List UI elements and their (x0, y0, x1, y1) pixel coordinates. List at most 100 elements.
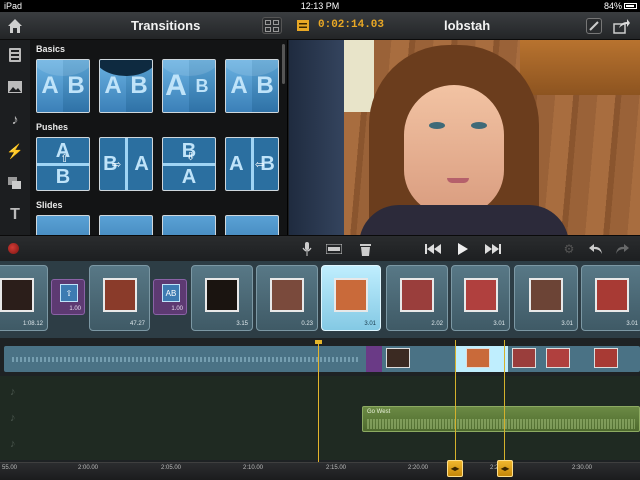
settings-cogs-icon[interactable]: ⚙ (560, 240, 578, 258)
clip-thumbnail (334, 278, 368, 312)
battery-percent: 84% (603, 1, 622, 11)
track-thumbnail (512, 348, 536, 368)
track-thumbnail (546, 348, 570, 368)
clip-duration: 3.01 (561, 321, 573, 327)
section-slides: Slides (36, 200, 63, 210)
transitions-icon[interactable]: ⚡ (6, 142, 24, 160)
clip-item[interactable]: 3.01 (451, 265, 510, 331)
transition-zoom[interactable]: A B (162, 59, 216, 113)
transition-item[interactable]: ⇧ 1.00 (51, 279, 85, 315)
section-basics: Basics (36, 44, 66, 54)
layout-grid-icon[interactable] (262, 17, 282, 34)
arrow-down-icon: ⇩ (186, 151, 196, 163)
clip-thumbnail (595, 278, 629, 312)
ruler-tick: 2:30.00 (572, 465, 593, 471)
project-title: lobstah (444, 18, 491, 33)
transition-push-left[interactable]: B A ⇨ (99, 137, 153, 191)
preview-cabinet (520, 40, 640, 95)
trim-handle-left[interactable]: ◂▸ (447, 460, 463, 477)
ruler-tick: 2:15.00 (326, 465, 347, 471)
section-pushes: Pushes (36, 122, 69, 132)
home-icon[interactable] (6, 17, 24, 35)
redo-icon[interactable] (614, 240, 630, 258)
preview-face (404, 85, 504, 215)
clip-item[interactable]: 47.27 (89, 265, 150, 331)
trim-icon[interactable] (326, 240, 342, 258)
clip-thumbnail (463, 278, 498, 312)
transition-crossfade[interactable]: A B (36, 59, 90, 113)
transition-push-right[interactable]: A B ⇦ (225, 137, 279, 191)
music-note-icon: ♪ (10, 412, 16, 424)
transition-duration: 1.00 (69, 306, 81, 312)
track-transition[interactable] (366, 346, 382, 372)
transition-icon: AB (162, 284, 180, 302)
music-icon[interactable]: ♪ (6, 110, 24, 128)
track-thumbnail (386, 348, 410, 368)
music-clip-label: Go West (367, 409, 391, 415)
playhead-marker[interactable] (315, 340, 322, 344)
photos-icon[interactable] (6, 78, 24, 96)
arrow-right-icon: ⇨ (112, 159, 122, 171)
transport-bar: ⚙ (0, 235, 640, 261)
time-ruler[interactable]: 55.00 2:00.00 2:05.00 2:10.00 2:15.00 2:… (0, 462, 640, 480)
ruler-tick: 55.00 (2, 465, 18, 471)
film-icon[interactable] (297, 20, 309, 31)
settings-icon[interactable] (586, 18, 602, 34)
clip-item[interactable]: 3.01 (514, 265, 578, 331)
clip-item[interactable]: 2.02 (386, 265, 448, 331)
preview-person (289, 40, 344, 235)
clip-duration: 3.01 (364, 321, 376, 327)
transition-slide[interactable] (99, 215, 153, 235)
status-bar: iPad 12:13 PM 84% (0, 0, 640, 12)
microphone-icon[interactable] (300, 240, 314, 258)
clips-icon[interactable] (6, 46, 24, 64)
overlay-icon[interactable] (6, 174, 24, 192)
clock: 12:13 PM (300, 1, 340, 11)
skip-back-icon[interactable] (424, 240, 442, 258)
music-clip[interactable]: Go West (362, 406, 640, 432)
undo-icon[interactable] (588, 240, 604, 258)
preview-mouth (447, 178, 469, 183)
playhead[interactable] (318, 340, 319, 462)
transition-wipe[interactable]: A B (225, 59, 279, 113)
clip-item[interactable]: 1:08.12 (0, 265, 48, 331)
preview-shirt (359, 205, 569, 235)
transition-dip-to-black[interactable]: A B (99, 59, 153, 113)
transition-push-up[interactable]: A B ⇧ (36, 137, 90, 191)
tile-letter-a: A (181, 165, 197, 188)
skip-forward-icon[interactable] (484, 240, 502, 258)
tile-letter-b: B (55, 165, 71, 188)
trash-icon[interactable] (358, 240, 372, 258)
arrow-left-icon: ⇦ (255, 159, 265, 171)
panel-scrollbar[interactable] (282, 44, 285, 84)
video-track[interactable] (4, 346, 640, 372)
play-icon[interactable] (456, 240, 470, 258)
clip-item[interactable]: 3.15 (191, 265, 253, 331)
video-preview[interactable] (289, 40, 640, 235)
title-icon[interactable]: T (6, 206, 24, 224)
transition-item[interactable]: AB 1.00 (153, 279, 187, 315)
video-audio-waveform (12, 357, 360, 362)
transition-slide[interactable] (162, 215, 216, 235)
share-icon[interactable] (612, 17, 630, 35)
clip-item-selected[interactable]: 3.01 (321, 265, 381, 331)
ruler-tick: 2:05.00 (161, 465, 182, 471)
arrow-up-icon: ⇧ (60, 153, 70, 165)
clip-duration: 0.23 (301, 321, 313, 327)
clip-duration: 3.15 (236, 321, 248, 327)
clip-item[interactable]: 3.01 (581, 265, 640, 331)
timecode: 0:02:14.03 (318, 19, 385, 31)
clip-duration: 2.02 (431, 321, 443, 327)
transition-push-down[interactable]: B A ⇩ (162, 137, 216, 191)
timeline[interactable]: ♪ ♪ ♪ (0, 338, 640, 462)
transition-slide[interactable] (225, 215, 279, 235)
clip-thumbnail (400, 278, 434, 312)
transition-slide[interactable] (36, 215, 90, 235)
push-divider (163, 163, 215, 166)
trim-handle-right[interactable]: ◂▸ (497, 460, 513, 477)
clip-item[interactable]: 0.23 (256, 265, 318, 331)
record-icon[interactable] (8, 243, 19, 254)
music-note-icon: ♪ (10, 438, 16, 450)
clip-duration: 1:08.12 (22, 321, 43, 327)
tool-sidebar: ♪ ⚡ T (0, 40, 30, 235)
